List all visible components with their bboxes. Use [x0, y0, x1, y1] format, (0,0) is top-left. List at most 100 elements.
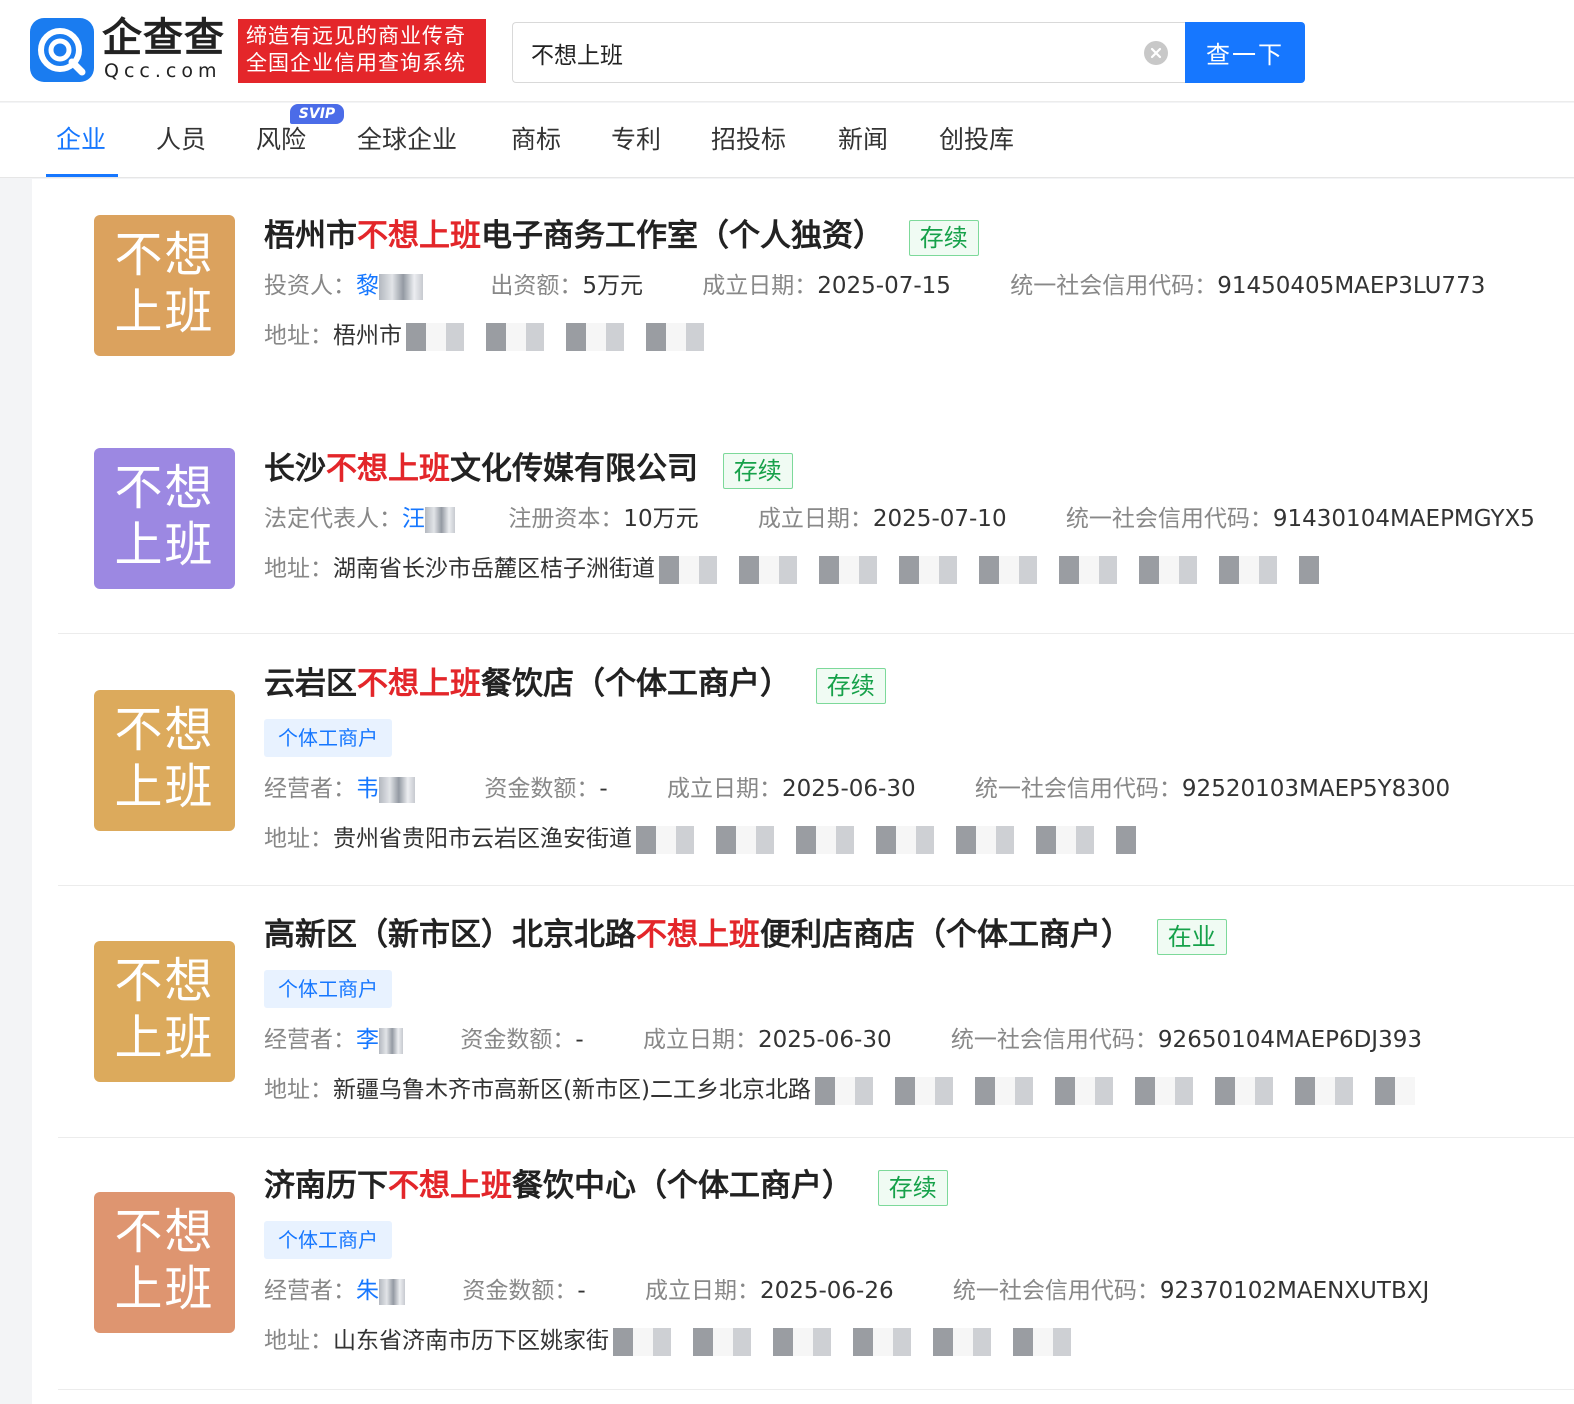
company-name-suffix: 文化传媒有限公司	[450, 451, 698, 487]
tab-bidding[interactable]: 招投标	[711, 123, 786, 157]
tab-trademark[interactable]: 商标	[511, 123, 561, 157]
thumb-text-line2: 上班	[114, 284, 215, 340]
category-tabs: 企业 人员 风险 全球企业 商标 专利 招投标 新闻 创投库	[0, 103, 1574, 178]
card-divider	[58, 1389, 1574, 1390]
date-value: 2025-06-30	[757, 1027, 892, 1053]
person-label: 经营者：	[264, 776, 356, 802]
address-label: 地址：	[264, 323, 333, 349]
credit-code-value: 92650104MAEP6DJ393	[1157, 1027, 1422, 1053]
tab-venture-library[interactable]: 创投库	[939, 123, 1014, 157]
clear-icon[interactable]	[1144, 41, 1168, 65]
company-name-suffix: 便利店商店（个体工商户）	[760, 917, 1132, 953]
keyword-highlight: 不想上班	[636, 917, 760, 953]
person-link[interactable]: 韦	[356, 776, 379, 802]
credit-code-label: 统一社会信用代码：	[1010, 273, 1218, 299]
address-label: 地址：	[264, 826, 333, 852]
company-name[interactable]: 梧州市不想上班电子商务工作室（个人独资） 存续	[264, 216, 979, 256]
entity-type-tag[interactable]: 个体工商户	[264, 970, 392, 1008]
company-name-suffix: 电子商务工作室（个人独资）	[481, 218, 884, 254]
capital-value: -	[599, 776, 608, 802]
company-logo-thumb: 不想 上班	[94, 690, 235, 831]
search-button[interactable]: 查一下	[1185, 22, 1305, 83]
thumb-text-line1: 不想	[114, 702, 215, 758]
redacted-blur	[379, 1278, 405, 1305]
thumb-text-line1: 不想	[114, 953, 215, 1009]
qcc-logo-icon[interactable]	[30, 18, 94, 82]
address-label: 地址：	[264, 1077, 333, 1103]
address-row: 地址：湖南省长沙市岳麓区桔子洲街道	[264, 554, 1319, 584]
thumb-text-line1: 不想	[114, 460, 215, 516]
credit-code-label: 统一社会信用代码：	[950, 1027, 1158, 1053]
company-name[interactable]: 云岩区不想上班餐饮店（个体工商户） 存续	[264, 664, 886, 704]
address-row: 地址：新疆乌鲁木齐市高新区(新市区)二工乡北京北路	[264, 1075, 1415, 1105]
company-name[interactable]: 济南历下不想上班餐饮中心（个体工商户） 存续	[264, 1166, 948, 1206]
card-divider	[58, 633, 1574, 634]
credit-code-label: 统一社会信用代码：	[974, 776, 1182, 802]
keyword-highlight: 不想上班	[388, 1168, 512, 1204]
tab-people[interactable]: 人员	[156, 123, 206, 157]
tab-risk[interactable]: 风险	[256, 123, 306, 157]
logo-domain: Qcc.com	[104, 60, 222, 82]
credit-code-value: 91450405MAEP3LU773	[1217, 273, 1486, 299]
company-name-suffix: 餐饮中心（个体工商户）	[512, 1168, 853, 1204]
company-name-prefix: 梧州市	[264, 218, 357, 254]
keyword-highlight: 不想上班	[326, 451, 450, 487]
status-badge: 存续	[815, 667, 886, 704]
person-label: 经营者：	[264, 1278, 356, 1304]
company-name-prefix: 高新区（新市区）北京北路	[264, 917, 636, 953]
status-badge: 存续	[877, 1169, 948, 1206]
status-badge: 存续	[722, 452, 793, 489]
thumb-text-line2: 上班	[114, 517, 215, 573]
tab-news[interactable]: 新闻	[838, 123, 888, 157]
address-label: 地址：	[264, 556, 333, 582]
address-value: 梧州市	[333, 323, 402, 349]
company-name-prefix: 济南历下	[264, 1168, 388, 1204]
person-label: 经营者：	[264, 1027, 356, 1053]
capital-label: 资金数额：	[462, 1278, 578, 1304]
tab-enterprise[interactable]: 企业	[56, 123, 106, 157]
redacted-blur	[636, 825, 1136, 854]
capital-value: -	[577, 1278, 586, 1304]
address-value: 新疆乌鲁木齐市高新区(新市区)二工乡北京北路	[333, 1077, 811, 1103]
entity-type-tag[interactable]: 个体工商户	[264, 719, 392, 757]
date-label: 成立日期：	[642, 1027, 758, 1053]
date-label: 成立日期：	[666, 776, 782, 802]
slogan-line-2: 全国企业信用查询系统	[246, 51, 466, 75]
credit-code-value: 92520103MAEP5Y8300	[1181, 776, 1451, 802]
credit-code-value: 91430104MAEPMGYX5	[1272, 506, 1535, 532]
info-row: 经营者：朱 资金数额：- 成立日期：2025-06-26 统一社会信用代码：92…	[264, 1276, 1429, 1306]
address-value: 贵州省贵阳市云岩区渔安街道	[333, 826, 632, 852]
company-logo-thumb: 不想 上班	[94, 941, 235, 1082]
person-link[interactable]: 朱	[356, 1278, 379, 1304]
capital-value: 5万元	[582, 273, 643, 299]
entity-type-tag[interactable]: 个体工商户	[264, 1221, 392, 1259]
results-list: 不想 上班 梧州市不想上班电子商务工作室（个人独资） 存续 投资人：黎 出资额：…	[32, 179, 1574, 1404]
company-logo-thumb: 不想 上班	[94, 215, 235, 356]
company-name[interactable]: 长沙不想上班文化传媒有限公司 存续	[264, 449, 793, 489]
logo-name[interactable]: 企查查	[102, 16, 225, 60]
date-label: 成立日期：	[702, 273, 818, 299]
active-tab-indicator	[46, 174, 118, 177]
person-link[interactable]: 黎	[356, 273, 379, 299]
search-input[interactable]	[531, 23, 1131, 82]
redacted-blur	[406, 322, 722, 351]
credit-code-label: 统一社会信用代码：	[1065, 506, 1273, 532]
person-link[interactable]: 汪	[402, 506, 425, 532]
thumb-text-line1: 不想	[114, 1204, 215, 1260]
thumb-text-line2: 上班	[114, 759, 215, 815]
keyword-highlight: 不想上班	[357, 666, 481, 702]
capital-label: 注册资本：	[508, 506, 624, 532]
person-link[interactable]: 李	[356, 1027, 379, 1053]
redacted-blur	[379, 776, 415, 803]
tab-patent[interactable]: 专利	[611, 123, 661, 157]
card-divider	[58, 885, 1574, 886]
tab-global-enterprise[interactable]: 全球企业	[357, 123, 457, 157]
address-label: 地址：	[264, 1328, 333, 1354]
status-badge: 存续	[908, 219, 979, 256]
top-header: 企查查 Qcc.com 缔造有远见的商业传奇 全国企业信用查询系统 查一下	[0, 0, 1574, 102]
company-name[interactable]: 高新区（新市区）北京北路不想上班便利店商店（个体工商户） 在业	[264, 915, 1227, 955]
status-badge: 在业	[1156, 918, 1227, 955]
redacted-blur	[379, 273, 423, 300]
company-name-prefix: 云岩区	[264, 666, 357, 702]
person-label: 法定代表人：	[264, 506, 402, 532]
